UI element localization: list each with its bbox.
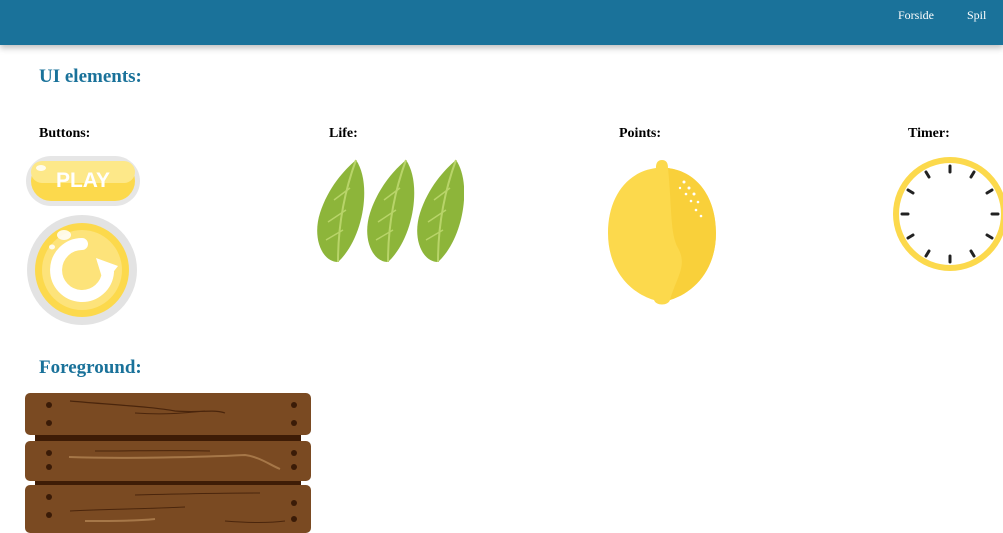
wooden-crate-image (25, 393, 311, 533)
timer-heading: Timer: (908, 126, 950, 141)
leaf-icon (417, 159, 464, 263)
restart-button[interactable] (26, 214, 138, 326)
leaf-icon (367, 159, 415, 263)
play-button[interactable]: PLAY (25, 155, 141, 207)
life-leaves (312, 158, 464, 266)
timer-clock-icon (890, 154, 1003, 274)
nav-link-forside[interactable]: Forside (898, 8, 934, 23)
leaf-icon (317, 159, 365, 263)
top-navigation-bar: Forside Spil (0, 0, 1003, 45)
lemon-points-icon (606, 158, 718, 308)
nav-link-spil[interactable]: Spil (967, 8, 986, 23)
foreground-heading: Foreground: (39, 357, 142, 378)
svg-text:PLAY: PLAY (56, 169, 110, 192)
buttons-heading: Buttons: (39, 126, 91, 141)
life-heading: Life: (329, 126, 358, 141)
ui-elements-heading: UI elements: (39, 66, 142, 87)
points-heading: Points: (619, 126, 661, 141)
